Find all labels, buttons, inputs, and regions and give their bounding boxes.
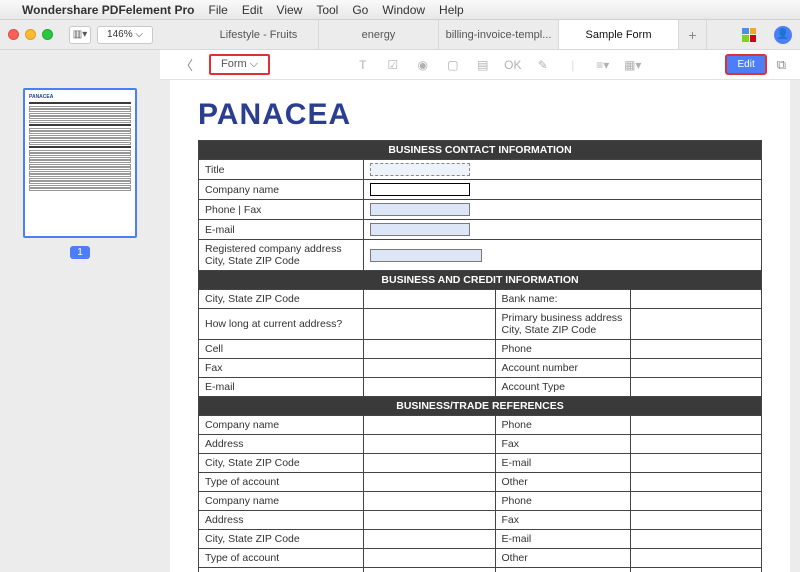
more-tools-icon[interactable]: ▦▾ bbox=[623, 56, 643, 74]
field-label: Company name bbox=[199, 416, 364, 435]
minimize-button[interactable] bbox=[25, 29, 36, 40]
field-label: Phone bbox=[495, 416, 630, 435]
signature-icon[interactable]: ✎ bbox=[533, 56, 553, 74]
combo-icon[interactable]: ▢ bbox=[443, 56, 463, 74]
document-title: PANACEA bbox=[198, 98, 762, 132]
section-header: BUSINESS AND CREDIT INFORMATION bbox=[199, 271, 762, 290]
field-label: Company name bbox=[199, 492, 364, 511]
back-button[interactable]: 〈 bbox=[174, 53, 199, 76]
page-view-icon[interactable]: ⧉ bbox=[777, 57, 786, 73]
thumbnail-sidebar: PANACEA 1 bbox=[0, 80, 160, 572]
button-icon[interactable]: OK bbox=[503, 56, 523, 74]
tab-billing[interactable]: billing-invoice-templ... bbox=[439, 20, 559, 49]
field-label: Address bbox=[199, 435, 364, 454]
field-label: E-mail bbox=[495, 530, 630, 549]
field-label: Account number bbox=[495, 359, 630, 378]
macos-menubar: Wondershare PDFelement Pro File Edit Vie… bbox=[0, 0, 800, 20]
field-label: E-mail bbox=[199, 220, 364, 240]
menu-tool[interactable]: Tool bbox=[316, 3, 338, 17]
email-input[interactable] bbox=[370, 223, 470, 236]
company-input[interactable] bbox=[370, 183, 470, 196]
field-label: Fax bbox=[495, 435, 630, 454]
field-label: Type of account bbox=[199, 473, 364, 492]
field-label: Phone bbox=[495, 492, 630, 511]
maximize-button[interactable] bbox=[42, 29, 53, 40]
thumb-title: PANACEA bbox=[29, 94, 131, 100]
field-label: Cell bbox=[199, 340, 364, 359]
field-label: City, State ZIP Code bbox=[199, 290, 364, 309]
phone-input[interactable] bbox=[370, 203, 470, 216]
menu-view[interactable]: View bbox=[277, 3, 303, 17]
app-name: Wondershare PDFelement Pro bbox=[22, 3, 195, 17]
field-label: Bank name: bbox=[495, 290, 630, 309]
field-label: E-mail bbox=[495, 454, 630, 473]
field-label: City, State ZIP Code bbox=[199, 454, 364, 473]
checkbox-icon[interactable]: ☑ bbox=[383, 56, 403, 74]
section-header: BUSINESS CONTACT INFORMATION bbox=[199, 141, 762, 160]
add-tab-button[interactable]: + bbox=[679, 20, 707, 49]
section-header: BUSINESS/TRADE REFERENCES bbox=[199, 397, 762, 416]
field-label: Title bbox=[199, 160, 364, 180]
field-label: Type of account bbox=[199, 549, 364, 568]
text-field-icon[interactable]: T bbox=[353, 56, 373, 74]
field-label: Phone bbox=[495, 340, 630, 359]
align-icon[interactable]: ≡▾ bbox=[593, 56, 613, 74]
user-avatar-icon[interactable]: 👤 bbox=[774, 26, 792, 44]
secondary-toolbar: 〈 Form ⌵ T ☑ ◉ ▢ ▤ OK ✎ | ≡▾ ▦▾ Edit ⧉ bbox=[160, 50, 800, 80]
tab-lifestyle[interactable]: Lifestyle - Fruits bbox=[199, 20, 319, 49]
field-label: Company name bbox=[199, 180, 364, 200]
list-icon[interactable]: ▤ bbox=[473, 56, 493, 74]
page-number-badge: 1 bbox=[70, 246, 90, 259]
field-label: Fax bbox=[495, 511, 630, 530]
title-input[interactable] bbox=[370, 163, 470, 176]
menu-help[interactable]: Help bbox=[439, 3, 464, 17]
field-label: Primary business addressCity, State ZIP … bbox=[495, 309, 630, 340]
field-label: City, State ZIP Code bbox=[199, 530, 364, 549]
apps-grid-icon[interactable] bbox=[742, 28, 756, 42]
close-button[interactable] bbox=[8, 29, 19, 40]
field-label: Address bbox=[199, 511, 364, 530]
pdf-page: PANACEA BUSINESS CONTACT INFORMATION Tit… bbox=[170, 80, 790, 572]
divider: | bbox=[563, 56, 583, 74]
tab-energy[interactable]: energy bbox=[319, 20, 439, 49]
radio-icon[interactable]: ◉ bbox=[413, 56, 433, 74]
field-label: Other bbox=[495, 473, 630, 492]
edit-button[interactable]: Edit bbox=[725, 54, 766, 75]
field-label: Account Type bbox=[495, 378, 630, 397]
field-label: How long at current address? bbox=[199, 309, 364, 340]
form-table: BUSINESS CONTACT INFORMATION Title Compa… bbox=[198, 140, 762, 572]
menu-window[interactable]: Window bbox=[382, 3, 425, 17]
page-thumbnail[interactable]: PANACEA bbox=[23, 88, 137, 238]
document-tabs: Lifestyle - Fruits energy billing-invoic… bbox=[199, 20, 724, 49]
zoom-dropdown[interactable]: 146% ⌵ bbox=[97, 26, 153, 44]
menu-file[interactable]: File bbox=[209, 3, 228, 17]
window-titlebar: ▥▾ 146% ⌵ Lifestyle - Fruits energy bill… bbox=[0, 20, 800, 50]
menu-go[interactable]: Go bbox=[352, 3, 368, 17]
tab-sample-form[interactable]: Sample Form bbox=[559, 20, 679, 49]
field-label: Registered company addressCity, State ZI… bbox=[199, 240, 364, 271]
traffic-lights bbox=[8, 29, 53, 40]
main-area: PANACEA 1 PANACEA BUSINESS CONTACT INFOR… bbox=[0, 80, 800, 572]
menu-edit[interactable]: Edit bbox=[242, 3, 263, 17]
form-dropdown[interactable]: Form ⌵ bbox=[209, 54, 270, 75]
address-input[interactable] bbox=[370, 249, 482, 262]
field-label: Company name bbox=[199, 568, 364, 572]
sidebar-toggle-icon[interactable]: ▥▾ bbox=[69, 26, 91, 44]
field-label: Fax bbox=[199, 359, 364, 378]
field-label: Other bbox=[495, 549, 630, 568]
document-area[interactable]: PANACEA BUSINESS CONTACT INFORMATION Tit… bbox=[160, 80, 800, 572]
field-label: Phone bbox=[495, 568, 630, 572]
field-label: Phone | Fax bbox=[199, 200, 364, 220]
field-label: E-mail bbox=[199, 378, 364, 397]
